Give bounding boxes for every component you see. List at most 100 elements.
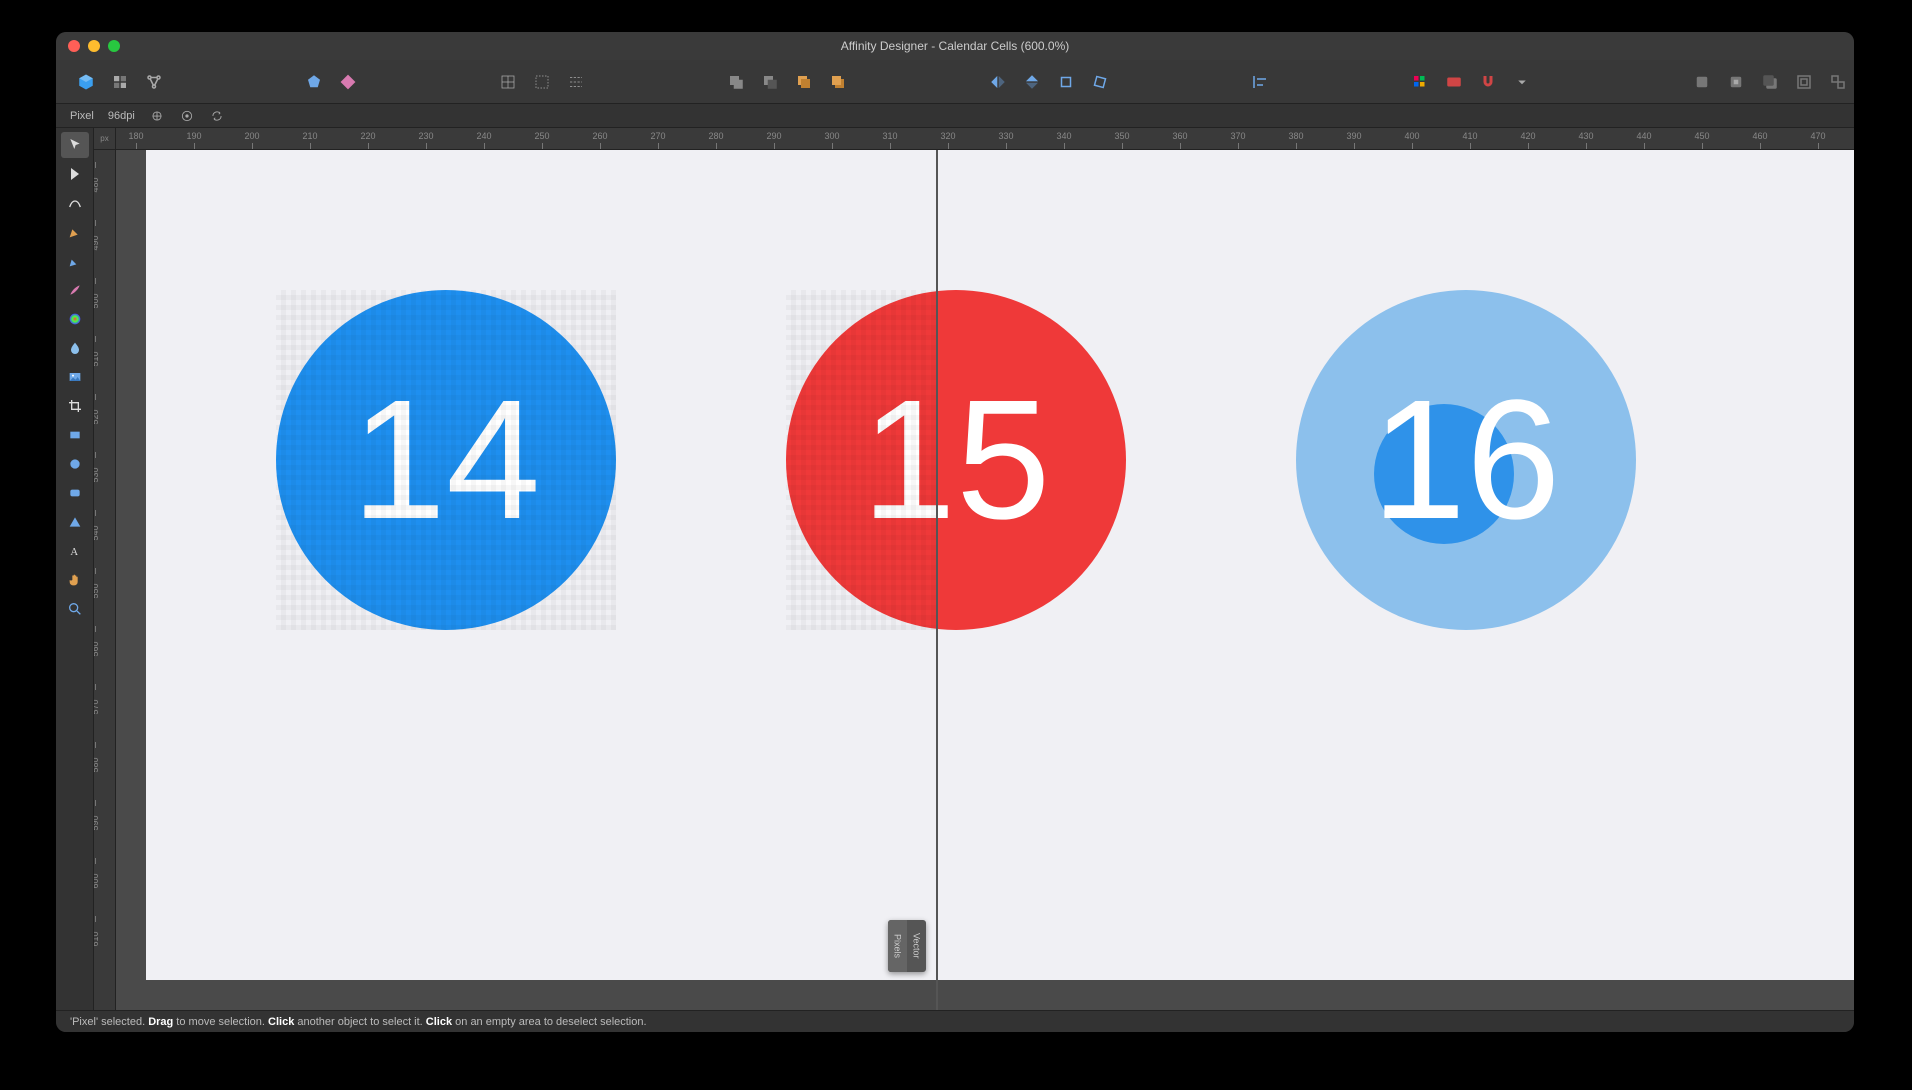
workspace: A px 18019020021022023024025026027028029… <box>56 128 1854 1010</box>
export-persona-icon[interactable] <box>140 68 168 96</box>
boolean-subtract-icon[interactable] <box>756 68 784 96</box>
grid-toggle-icon[interactable] <box>494 68 522 96</box>
ungroup-icon[interactable] <box>1824 68 1852 96</box>
ruler-v-tick: 600 <box>94 866 100 896</box>
node-tool-icon[interactable] <box>61 190 89 216</box>
brush-tool-icon[interactable] <box>61 277 89 303</box>
calendar-cell-14[interactable]: 14 <box>276 290 616 630</box>
flip-h-icon[interactable] <box>984 68 1012 96</box>
ruler-h-tick: 190 <box>179 131 209 141</box>
status-bar: 'Pixel' selected. Drag to move selection… <box>56 1010 1854 1032</box>
boolean-add-icon[interactable] <box>722 68 750 96</box>
flip-v-icon[interactable] <box>1018 68 1046 96</box>
fill-tool-icon[interactable] <box>61 306 89 332</box>
arrange-front-icon[interactable] <box>824 68 852 96</box>
ruler-h-tick: 360 <box>1165 131 1195 141</box>
snap-dropdown-icon[interactable] <box>1508 68 1536 96</box>
ruler-h-tick: 450 <box>1687 131 1717 141</box>
ruler-v-tick: 520 <box>94 402 100 432</box>
assets-icon[interactable] <box>1440 68 1468 96</box>
canvas-area: px 1801902002102202302402502602702802903… <box>94 128 1854 1010</box>
cycle-selection-icon[interactable] <box>209 108 225 124</box>
pixel-persona-icon[interactable] <box>106 68 134 96</box>
split-view-divider[interactable] <box>936 150 938 1010</box>
cell-14-number: 14 <box>351 362 540 558</box>
rectangle-tool-icon[interactable] <box>61 422 89 448</box>
ruler-v-tick: 570 <box>94 692 100 722</box>
transparency-tool-icon[interactable] <box>61 335 89 361</box>
pen-tool-icon[interactable] <box>61 219 89 245</box>
tools-panel: A <box>56 128 94 1010</box>
rotate-cw-icon[interactable] <box>1086 68 1114 96</box>
ruler-v-tick: 580 <box>94 750 100 780</box>
window-title: Affinity Designer - Calendar Cells (600.… <box>56 39 1854 53</box>
snapping-icon[interactable] <box>300 68 328 96</box>
pencil-tool-icon[interactable] <box>61 248 89 274</box>
ruler-h-tick: 310 <box>875 131 905 141</box>
lock-children-icon[interactable] <box>149 108 165 124</box>
group-icon[interactable] <box>1790 68 1818 96</box>
hand-tool-icon[interactable] <box>61 567 89 593</box>
ruler-h-tick: 350 <box>1107 131 1137 141</box>
arrange-back-icon[interactable] <box>790 68 818 96</box>
ruler-v-tick: 510 <box>94 344 100 374</box>
ruler-h-tick: 370 <box>1223 131 1253 141</box>
close-window-icon[interactable] <box>68 40 80 52</box>
zoom-tool-icon[interactable] <box>61 596 89 622</box>
force-pixel-align-icon[interactable] <box>334 68 362 96</box>
align-left-icon[interactable] <box>1246 68 1274 96</box>
split-right-label: Vector <box>907 920 926 972</box>
vertical-ruler[interactable]: 4804905005105205305405505605705805906006… <box>94 150 116 1010</box>
triangle-tool-icon[interactable] <box>61 509 89 535</box>
swatches-icon[interactable] <box>1406 68 1434 96</box>
insert-behind-icon[interactable] <box>1756 68 1784 96</box>
ruler-h-tick: 280 <box>701 131 731 141</box>
baseline-toggle-icon[interactable] <box>562 68 590 96</box>
maximize-window-icon[interactable] <box>108 40 120 52</box>
crop-tool-icon[interactable] <box>61 393 89 419</box>
rotate-ccw-icon[interactable] <box>1052 68 1080 96</box>
calendar-cell-15[interactable]: 15 <box>786 290 1126 630</box>
ruler-h-tick: 210 <box>295 131 325 141</box>
ruler-h-tick: 250 <box>527 131 557 141</box>
show-rotation-center-icon[interactable] <box>179 108 195 124</box>
ruler-h-tick: 470 <box>1803 131 1833 141</box>
ruler-v-tick: 550 <box>94 576 100 606</box>
place-image-tool-icon[interactable] <box>61 364 89 390</box>
ruler-h-tick: 200 <box>237 131 267 141</box>
guides-toggle-icon[interactable] <box>528 68 556 96</box>
horizontal-ruler[interactable]: 1801902002102202302402502602702802903003… <box>116 128 1854 150</box>
ruler-v-tick: 540 <box>94 518 100 548</box>
ruler-h-tick: 180 <box>121 131 151 141</box>
insert-inside-icon[interactable] <box>1722 68 1750 96</box>
titlebar[interactable]: Affinity Designer - Calendar Cells (600.… <box>56 32 1854 60</box>
split-left-label: Pixels <box>888 920 907 972</box>
ruler-h-tick: 220 <box>353 131 383 141</box>
context-toolbar: Pixel 96dpi <box>56 104 1854 128</box>
ruler-h-tick: 290 <box>759 131 789 141</box>
minimize-window-icon[interactable] <box>88 40 100 52</box>
document-canvas[interactable]: 14 15 16 <box>146 150 1854 980</box>
ruler-unit-label[interactable]: px <box>94 128 116 150</box>
text-tool-icon[interactable]: A <box>61 538 89 564</box>
artboard-tool-icon[interactable] <box>61 161 89 187</box>
app-window: Affinity Designer - Calendar Cells (600.… <box>56 32 1854 1032</box>
ruler-h-tick: 230 <box>411 131 441 141</box>
calendar-cell-16[interactable]: 16 <box>1296 290 1636 630</box>
ruler-v-tick: 590 <box>94 808 100 838</box>
ruler-h-tick: 460 <box>1745 131 1775 141</box>
viewport[interactable]: 14 15 16 Pi <box>116 150 1854 1010</box>
move-tool-icon[interactable] <box>61 132 89 158</box>
insert-target-icon[interactable] <box>1688 68 1716 96</box>
magnet-snap-icon[interactable] <box>1474 68 1502 96</box>
rounded-rect-tool-icon[interactable] <box>61 480 89 506</box>
designer-persona-icon[interactable] <box>72 68 100 96</box>
split-view-handle[interactable]: Pixels Vector <box>888 920 926 972</box>
context-dpi-label: 96dpi <box>108 110 135 122</box>
ruler-v-tick: 490 <box>94 228 100 258</box>
ellipse-tool-icon[interactable] <box>61 451 89 477</box>
ruler-h-tick: 260 <box>585 131 615 141</box>
traffic-lights <box>56 40 120 52</box>
cell-16-number: 16 <box>1371 362 1560 558</box>
ruler-h-tick: 340 <box>1049 131 1079 141</box>
